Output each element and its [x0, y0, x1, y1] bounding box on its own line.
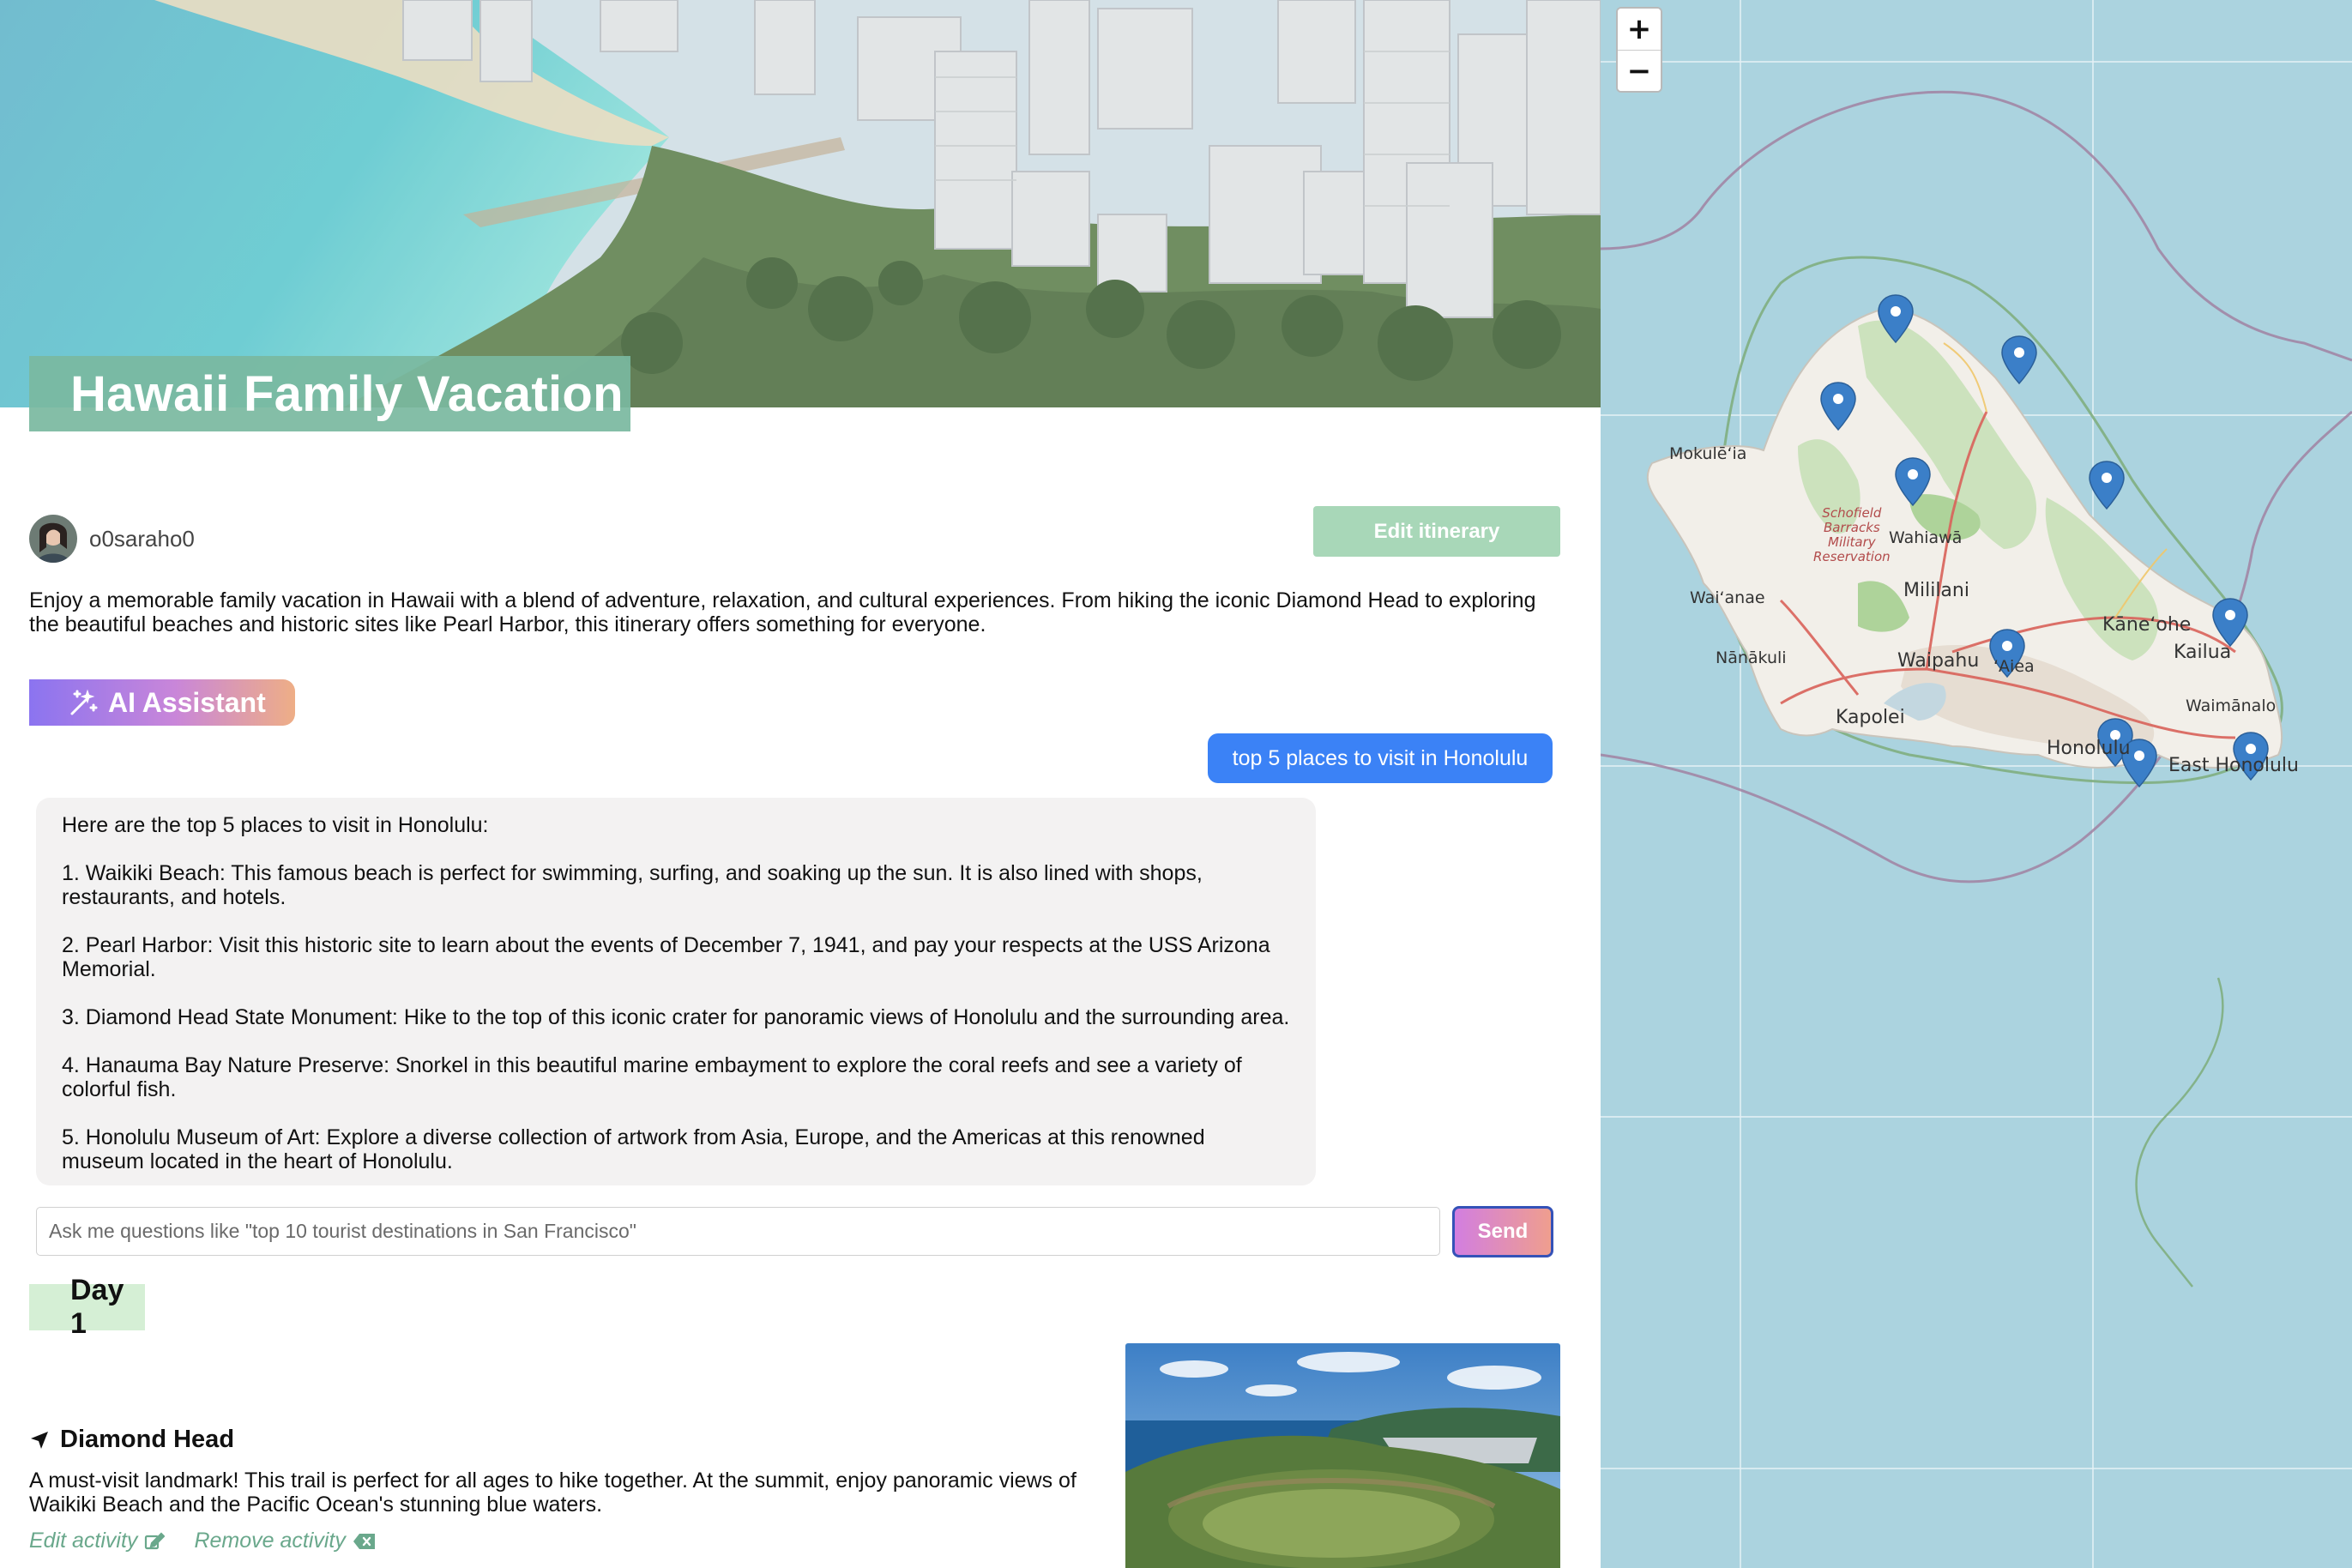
map-label-waipahu: Waipahu [1897, 650, 1980, 672]
map-marker[interactable] [2001, 335, 2037, 384]
backspace-icon [353, 1533, 377, 1550]
reply-paragraph: 3. Diamond Head State Monument: Hike to … [62, 1005, 1290, 1029]
edit-itinerary-button[interactable]: Edit itinerary [1313, 506, 1560, 557]
map[interactable]: Mokulēʻia Schofield Barracks Military Re… [1601, 0, 2352, 1568]
map-label-waianae: Waiʻanae [1690, 588, 1765, 607]
map-label-honolulu: Honolulu [2047, 738, 2131, 759]
map-marker[interactable] [1878, 294, 1914, 343]
avatar[interactable] [29, 515, 77, 563]
map-label-kailua: Kailua [2174, 642, 2232, 663]
author-username[interactable]: o0saraho0 [89, 526, 195, 552]
activity-title-text: Diamond Head [60, 1426, 235, 1453]
activity-actions: Edit activity Remove activity [29, 1529, 406, 1553]
map-marker[interactable] [1895, 457, 1931, 506]
ai-assistant-label: AI Assistant [108, 686, 266, 718]
send-button[interactable]: Send [1452, 1206, 1553, 1257]
assistant-reply: Here are the top 5 places to visit in Ho… [36, 798, 1316, 1185]
trip-title-banner: Hawaii Family Vacation [29, 356, 630, 431]
map-label-schofield: Schofield Barracks Military Reservation [1813, 505, 1891, 564]
map-zoom-control: + − [1616, 7, 1662, 93]
map-label-kapolei: Kapolei [1836, 707, 1905, 728]
edit-activity-link[interactable]: Edit activity [29, 1529, 166, 1553]
map-marker[interactable] [1820, 382, 1856, 431]
activity-image [1125, 1343, 1560, 1568]
reply-paragraph: 2. Pearl Harbor: Visit this historic sit… [62, 933, 1270, 981]
remove-activity-label: Remove activity [194, 1529, 346, 1553]
author: o0saraho0 [29, 515, 195, 563]
trip-title: Hawaii Family Vacation [70, 365, 624, 422]
edit-icon [144, 1531, 166, 1551]
navigation-arrow-icon [29, 1430, 50, 1450]
activity-description: A must-visit landmark! This trail is per… [29, 1468, 1076, 1517]
magic-wand-icon [69, 688, 98, 717]
ai-assistant-badge: AI Assistant [29, 679, 295, 726]
itinerary-pane: Hawaii Family Vacation o0saraho0 Edit it… [0, 0, 1601, 1568]
user-chat-message: top 5 places to visit in Honolulu [1208, 733, 1553, 783]
map-label-aiea: ʻAiea [1993, 657, 2035, 676]
map-label-mokuleia: Mokulēʻia [1669, 444, 1747, 463]
remove-activity-link[interactable]: Remove activity [194, 1529, 376, 1553]
map-label-nanakuli: Nānākuli [1716, 648, 1787, 667]
zoom-in-button[interactable]: + [1618, 9, 1661, 50]
activity-title: Diamond Head [29, 1426, 234, 1454]
map-label-east-honolulu: East Honolulu [2168, 755, 2299, 776]
trip-description: Enjoy a memorable family vacation in Haw… [29, 588, 1536, 636]
assistant-question-input[interactable] [36, 1207, 1440, 1256]
map-label-kaneohe: Kāneʻohe [2102, 614, 2192, 636]
map-marker[interactable] [2212, 598, 2248, 647]
zoom-out-button[interactable]: − [1618, 50, 1661, 91]
map-label-waimanalo: Waimānalo [2186, 697, 2277, 715]
map-label-mililani: Mililani [1903, 580, 1969, 601]
reply-paragraph: Here are the top 5 places to visit in Ho… [62, 813, 489, 837]
map-label-wahiawa: Wahiawā [1889, 528, 1963, 547]
reply-paragraph: 4. Hanauma Bay Nature Preserve: Snorkel … [62, 1053, 1242, 1101]
hero-image [0, 0, 1601, 407]
map-marker[interactable] [2089, 461, 2125, 510]
day-heading: Day 1 [29, 1274, 145, 1340]
reply-paragraph: 1. Waikiki Beach: This famous beach is p… [62, 861, 1203, 909]
reply-paragraph: 5. Honolulu Museum of Art: Explore a div… [62, 1125, 1205, 1173]
edit-activity-label: Edit activity [29, 1529, 138, 1553]
